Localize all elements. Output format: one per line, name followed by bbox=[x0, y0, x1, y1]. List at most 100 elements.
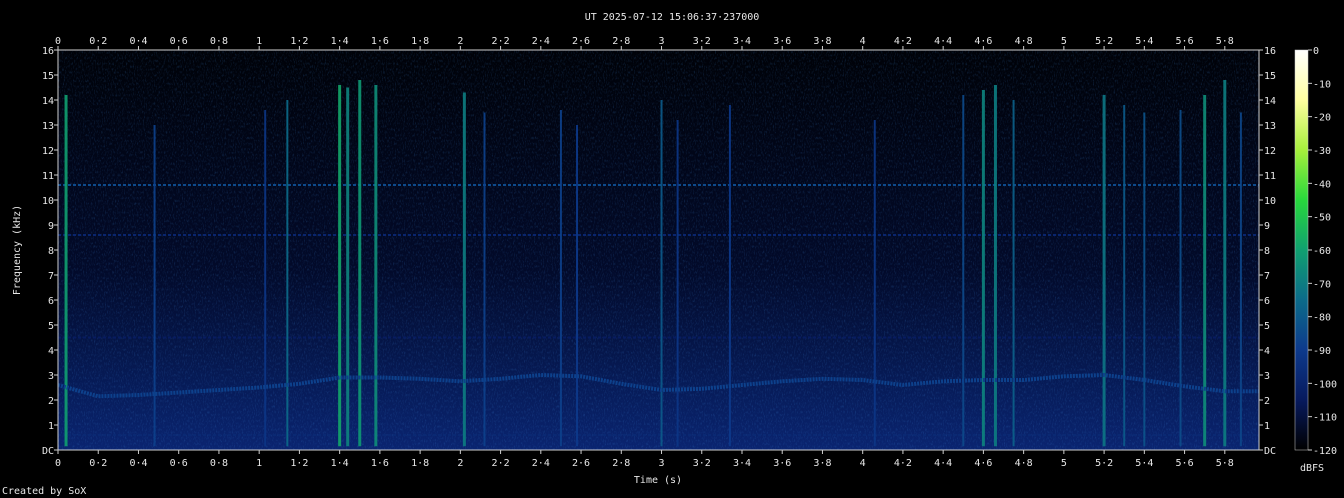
x-tick-label: 4·8 bbox=[1015, 458, 1033, 469]
y-tick-label: DC bbox=[42, 446, 54, 457]
x-tick-label-top: 4·6 bbox=[974, 36, 992, 47]
x-tick-label-top: 4·2 bbox=[894, 36, 912, 47]
y-tick-label-right: 16 bbox=[1264, 46, 1276, 57]
x-tick-label: 2 bbox=[457, 458, 463, 469]
y-tick-label-right: 12 bbox=[1264, 146, 1276, 157]
x-tick-label: 4·4 bbox=[934, 458, 952, 469]
y-tick-label: 13 bbox=[42, 121, 54, 132]
x-tick-label: 3 bbox=[659, 458, 665, 469]
x-tick-label-top: 4·8 bbox=[1015, 36, 1033, 47]
colorbar-tick-label: -40 bbox=[1313, 179, 1331, 190]
x-tick-label: 4·6 bbox=[974, 458, 992, 469]
y-tick-label: 3 bbox=[48, 371, 54, 382]
y-tick-label: 4 bbox=[48, 346, 54, 357]
x-tick-label: 5·4 bbox=[1135, 458, 1153, 469]
colorbar-tick-label: -120 bbox=[1313, 446, 1337, 457]
x-tick-label-top: 4·4 bbox=[934, 36, 952, 47]
colorbar-label: dBFS bbox=[1300, 463, 1324, 474]
y-tick-label: 16 bbox=[42, 46, 54, 57]
x-tick-label-top: 0·6 bbox=[170, 36, 188, 47]
x-tick-label: 3·4 bbox=[733, 458, 751, 469]
x-tick-label: 1·8 bbox=[411, 458, 429, 469]
colorbar-tick-label: -100 bbox=[1313, 379, 1337, 390]
x-tick-label-top: 1·8 bbox=[411, 36, 429, 47]
x-tick-label: 2·6 bbox=[572, 458, 590, 469]
x-axis-label: Time (s) bbox=[634, 475, 682, 486]
y-tick-label-right: 11 bbox=[1264, 171, 1276, 182]
y-tick-label: 8 bbox=[48, 246, 54, 257]
x-tick-label-top: 2·8 bbox=[612, 36, 630, 47]
colorbar-tick-label: -60 bbox=[1313, 246, 1331, 257]
colorbar-tick-label: -90 bbox=[1313, 346, 1331, 357]
y-tick-label-right: 8 bbox=[1264, 246, 1270, 257]
x-tick-label-top: 1·6 bbox=[371, 36, 389, 47]
x-tick-label-top: 3·4 bbox=[733, 36, 751, 47]
x-tick-label: 2·4 bbox=[532, 458, 550, 469]
colorbar-tick-label: -110 bbox=[1313, 413, 1337, 424]
x-tick-label: 2·2 bbox=[492, 458, 510, 469]
x-tick-label-top: 2 bbox=[457, 36, 463, 47]
y-tick-label-right: 14 bbox=[1264, 96, 1276, 107]
y-tick-label: 2 bbox=[48, 396, 54, 407]
y-tick-label: 10 bbox=[42, 196, 54, 207]
x-tick-label: 5·6 bbox=[1176, 458, 1194, 469]
x-tick-label: 4·2 bbox=[894, 458, 912, 469]
y-tick-label-right: 4 bbox=[1264, 346, 1270, 357]
colorbar-gradient bbox=[1294, 49, 1309, 451]
x-tick-label: 5 bbox=[1061, 458, 1067, 469]
y-tick-label-right: 2 bbox=[1264, 396, 1270, 407]
x-tick-label-top: 3·6 bbox=[773, 36, 791, 47]
y-tick-label-right: 3 bbox=[1264, 371, 1270, 382]
x-tick-label-top: 2·2 bbox=[492, 36, 510, 47]
x-tick-label-top: 0·2 bbox=[89, 36, 107, 47]
footer-credit: Created by SoX bbox=[2, 486, 86, 497]
x-tick-label: 4 bbox=[860, 458, 866, 469]
y-axis-left: DC12345678910111213141516 bbox=[42, 46, 58, 457]
y-tick-label-right: 15 bbox=[1264, 71, 1276, 82]
colorbar: 0 -10 -20 -30 -40 -50 -60 -70 -80 -90 -100 -110 -120… bbox=[1294, 46, 1337, 474]
colorbar-tick-label: -50 bbox=[1313, 213, 1331, 224]
y-tick-label: 6 bbox=[48, 296, 54, 307]
x-tick-label: 1·6 bbox=[371, 458, 389, 469]
y-tick-label: 14 bbox=[42, 96, 54, 107]
x-axis-top: 0 0·2 0·4 0·6 0·8 1 1·2 1·4 1·6 1·8 2 2·2 2·4 2·6 2·8 3… bbox=[55, 36, 1234, 50]
x-tick-label-top: 5·2 bbox=[1095, 36, 1113, 47]
x-tick-label: 1 bbox=[256, 458, 262, 469]
colorbar-tick-label: 0 bbox=[1313, 46, 1319, 57]
colorbar-ticks: 0 -10 -20 -30 -40 -50 -60 -70 -80 -90 -100 -110 -120 bbox=[1308, 46, 1337, 457]
x-tick-label: 3·2 bbox=[693, 458, 711, 469]
y-tick-label-right: 7 bbox=[1264, 271, 1270, 282]
x-tick-label: 0·4 bbox=[129, 458, 147, 469]
x-tick-label-top: 1 bbox=[256, 36, 262, 47]
x-tick-label: 0·8 bbox=[210, 458, 228, 469]
colorbar-tick-label: -30 bbox=[1313, 146, 1331, 157]
x-tick-label: 3·8 bbox=[813, 458, 831, 469]
y-tick-label-right: 9 bbox=[1264, 221, 1270, 232]
x-tick-label: 1·2 bbox=[290, 458, 308, 469]
y-axis-label: Frequency (kHz) bbox=[12, 205, 23, 295]
x-tick-label: 3·6 bbox=[773, 458, 791, 469]
x-tick-label: 2·8 bbox=[612, 458, 630, 469]
y-tick-label-right: DC bbox=[1264, 446, 1276, 457]
x-tick-label-top: 3·8 bbox=[813, 36, 831, 47]
x-tick-label: 5·2 bbox=[1095, 458, 1113, 469]
plot-area bbox=[58, 50, 1259, 450]
colorbar-tick-label: -80 bbox=[1313, 313, 1331, 324]
x-tick-label-top: 3 bbox=[659, 36, 665, 47]
y-axis-right: DC12345678910111213141516 bbox=[1259, 46, 1276, 457]
x-tick-label: 0 bbox=[55, 458, 61, 469]
x-tick-label-top: 5·4 bbox=[1135, 36, 1153, 47]
colorbar-tick-label: -20 bbox=[1313, 113, 1331, 124]
y-tick-label: 11 bbox=[42, 171, 54, 182]
spectrogram-chart: UT 2025-07-12 15:06:37·237000 0 0·2 0·4 0·6… bbox=[2, 12, 1337, 497]
x-tick-label-top: 2·4 bbox=[532, 36, 550, 47]
y-tick-label-right: 5 bbox=[1264, 321, 1270, 332]
y-tick-label-right: 10 bbox=[1264, 196, 1276, 207]
colorbar-tick-label: -10 bbox=[1313, 79, 1331, 90]
y-tick-label-right: 1 bbox=[1264, 421, 1270, 432]
x-tick-label-top: 5·8 bbox=[1216, 36, 1234, 47]
chart-title: UT 2025-07-12 15:06:37·237000 bbox=[585, 12, 760, 23]
x-tick-label-top: 3·2 bbox=[693, 36, 711, 47]
y-tick-label: 7 bbox=[48, 271, 54, 282]
x-tick-label-top: 0 bbox=[55, 36, 61, 47]
